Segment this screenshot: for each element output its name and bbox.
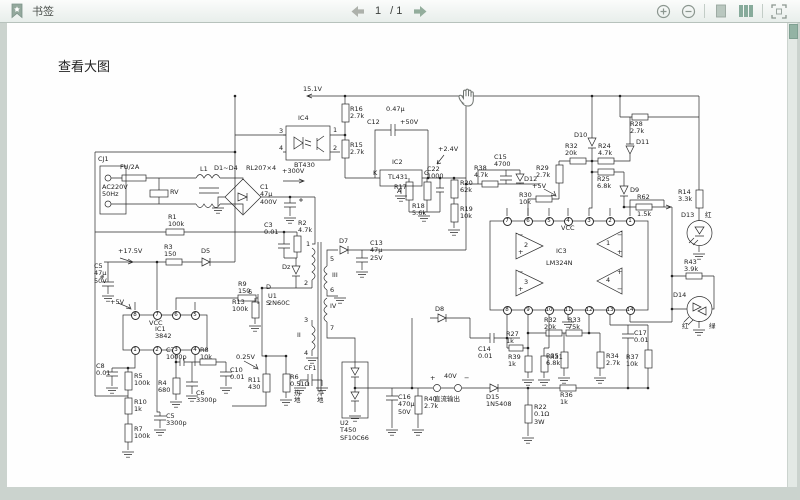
page-number-current[interactable]: 1	[375, 5, 381, 17]
two-page-view-button[interactable]	[737, 2, 755, 20]
toolbar: 书签 1 / 1	[0, 0, 800, 23]
scrollbar-thumb[interactable]	[789, 24, 798, 39]
bookmark-icon[interactable]	[8, 2, 26, 20]
toolbar-separator	[762, 4, 763, 18]
next-page-button[interactable]	[411, 2, 429, 20]
toolbar-separator	[704, 4, 705, 18]
single-page-view-button[interactable]	[712, 2, 730, 20]
pdf-viewer-window: 书签 1 / 1	[0, 0, 800, 500]
bookmark-panel-label[interactable]: 书签	[32, 3, 54, 19]
page-number-total: / 1	[390, 5, 402, 17]
zoom-out-button[interactable]	[679, 2, 697, 20]
document-page[interactable]	[7, 23, 787, 487]
fit-page-button[interactable]	[770, 2, 788, 20]
view-large-image-link[interactable]: 查看大图	[58, 56, 110, 75]
previous-page-button[interactable]	[348, 2, 366, 20]
zoom-in-button[interactable]	[654, 2, 672, 20]
vertical-scrollbar[interactable]	[788, 23, 797, 487]
